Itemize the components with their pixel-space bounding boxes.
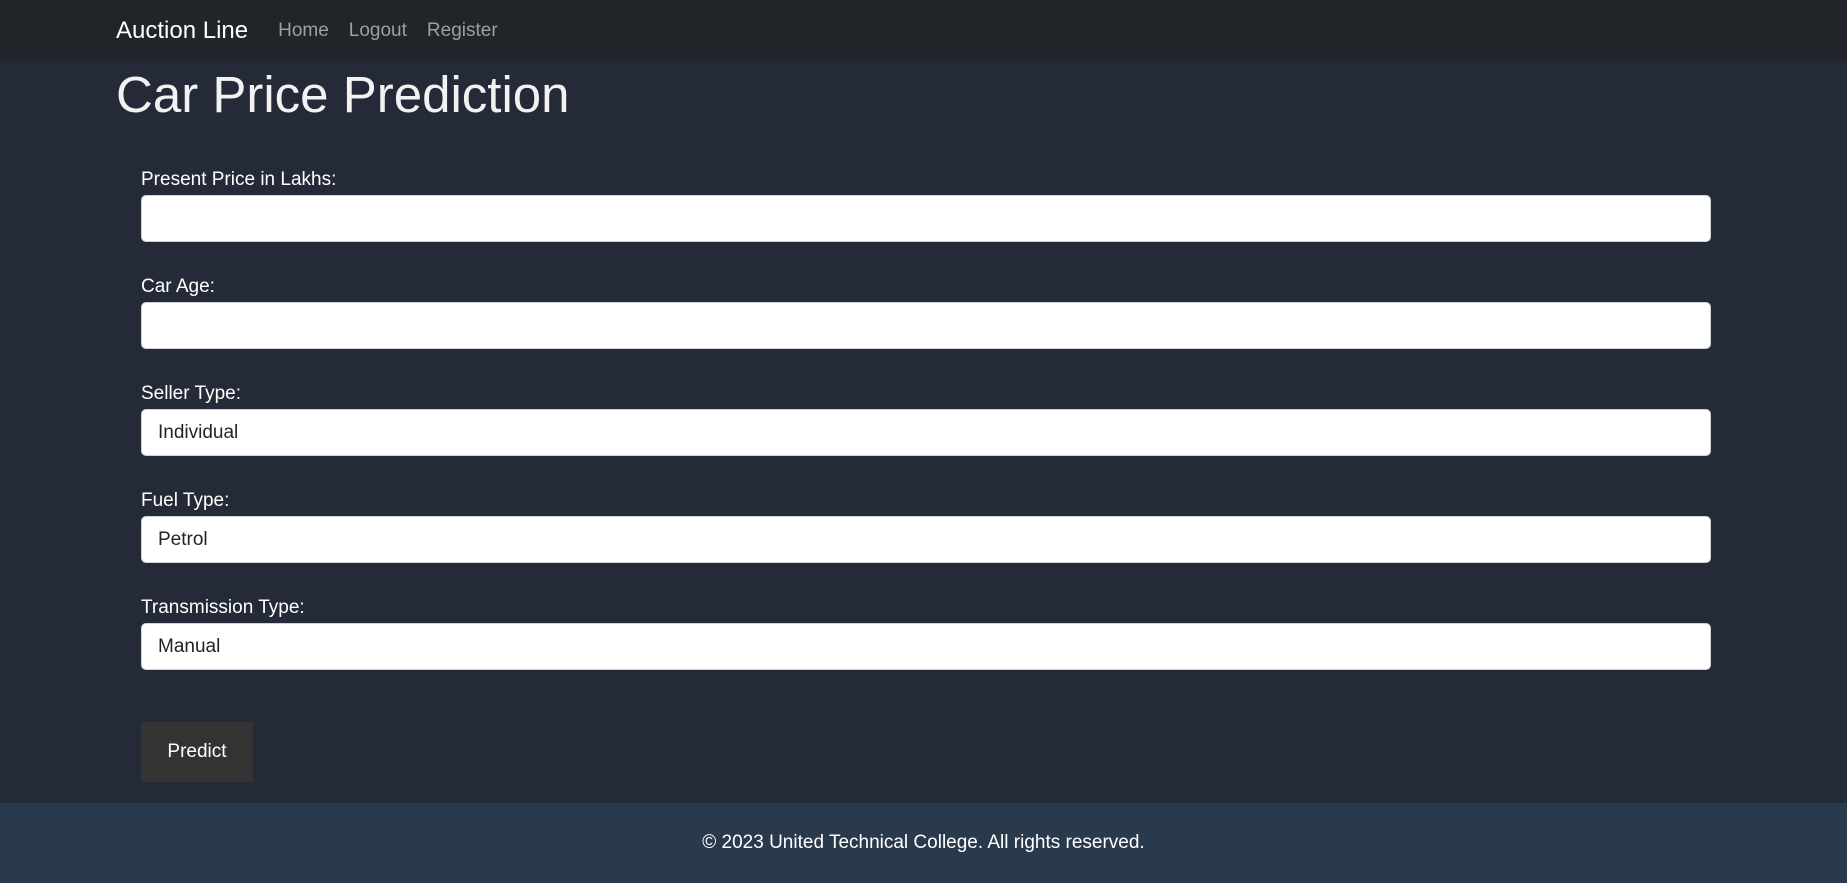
present-price-label: Present Price in Lakhs: bbox=[141, 169, 337, 190]
field-present-price: Present Price in Lakhs: bbox=[141, 165, 1711, 272]
seller-type-label: Seller Type: bbox=[141, 383, 241, 404]
top-navbar: Auction Line Home Logout Register bbox=[0, 0, 1847, 61]
predict-button[interactable]: Predict bbox=[141, 722, 253, 782]
footer-copyright: © 2023 United Technical College. All rig… bbox=[702, 832, 1145, 853]
present-price-input[interactable] bbox=[141, 195, 1711, 242]
car-age-input[interactable] bbox=[141, 302, 1711, 349]
transmission-type-select[interactable]: Manual bbox=[141, 623, 1711, 670]
field-transmission-type: Transmission Type: Manual bbox=[141, 593, 1711, 700]
seller-type-value: Individual bbox=[158, 421, 239, 443]
fuel-type-value: Petrol bbox=[158, 528, 208, 550]
nav-link-home[interactable]: Home bbox=[278, 20, 329, 42]
field-car-age: Car Age: bbox=[141, 272, 1711, 379]
transmission-type-label: Transmission Type: bbox=[141, 597, 305, 618]
main-content: Car Price Prediction Present Price in La… bbox=[0, 61, 1847, 803]
nav-link-logout[interactable]: Logout bbox=[349, 20, 407, 42]
fuel-type-select[interactable]: Petrol bbox=[141, 516, 1711, 563]
page-title: Car Price Prediction bbox=[116, 66, 570, 123]
seller-type-select[interactable]: Individual bbox=[141, 409, 1711, 456]
footer: © 2023 United Technical College. All rig… bbox=[0, 803, 1847, 883]
field-fuel-type: Fuel Type: Petrol bbox=[141, 486, 1711, 593]
field-seller-type: Seller Type: Individual bbox=[141, 379, 1711, 486]
car-age-label: Car Age: bbox=[141, 276, 215, 297]
prediction-form: Present Price in Lakhs: Car Age: Seller … bbox=[141, 165, 1711, 700]
brand-link[interactable]: Auction Line bbox=[116, 17, 248, 45]
transmission-type-value: Manual bbox=[158, 635, 221, 657]
nav-link-register[interactable]: Register bbox=[427, 20, 498, 42]
fuel-type-label: Fuel Type: bbox=[141, 490, 230, 511]
